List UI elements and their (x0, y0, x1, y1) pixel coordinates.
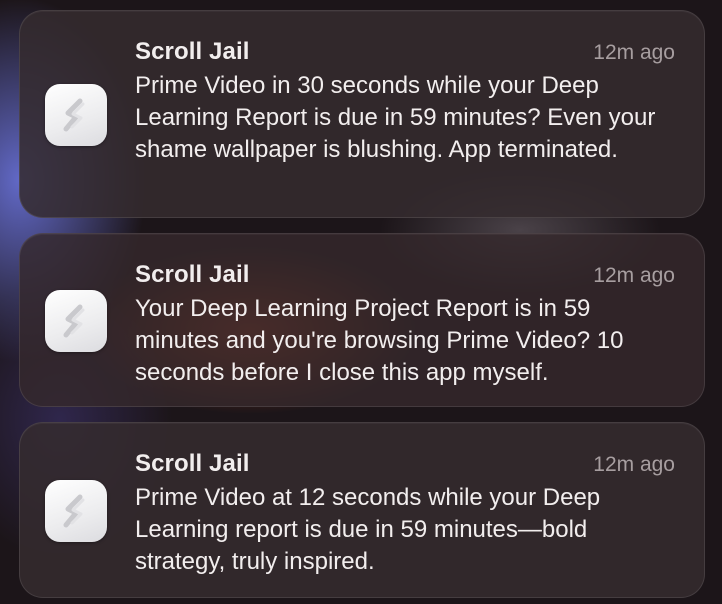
notification-app-name: Scroll Jail (135, 261, 250, 288)
scroll-jail-app-icon (45, 480, 107, 542)
notification-card[interactable]: Scroll Jail 12m ago Prime Video in 30 se… (19, 10, 705, 218)
notification-card[interactable]: Scroll Jail 12m ago Prime Video at 12 se… (19, 422, 705, 598)
notification-app-name: Scroll Jail (135, 38, 250, 65)
scroll-jail-app-icon (45, 290, 107, 352)
notification-app-name: Scroll Jail (135, 450, 250, 477)
scroll-jail-app-icon (45, 84, 107, 146)
notification-timestamp: 12m ago (593, 453, 675, 476)
notification-timestamp: 12m ago (593, 264, 675, 287)
notification-message: Your Deep Learning Project Report is in … (135, 295, 624, 386)
notification-timestamp: 12m ago (593, 41, 675, 64)
notification-message: Prime Video in 30 seconds while your Dee… (135, 72, 656, 163)
notification-card[interactable]: Scroll Jail 12m ago Your Deep Learning P… (19, 233, 705, 407)
notification-stack: Scroll Jail 12m ago Prime Video in 30 se… (0, 0, 722, 604)
notification-message: Prime Video at 12 seconds while your Dee… (135, 484, 601, 575)
